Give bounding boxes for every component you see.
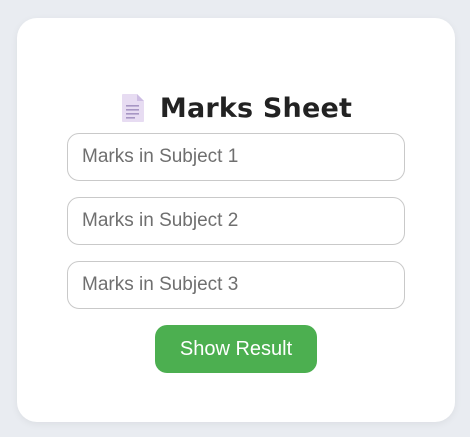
show-result-button[interactable]: Show Result: [155, 325, 317, 373]
page-title: Marks Sheet: [159, 92, 353, 124]
document-icon: [121, 94, 144, 122]
header: Marks Sheet: [17, 88, 455, 128]
subject-1-marks-input[interactable]: [67, 133, 405, 181]
marks-sheet-card: Marks Sheet Show Result: [17, 18, 455, 422]
subject-3-marks-input[interactable]: [67, 261, 405, 309]
subject-2-marks-input[interactable]: [67, 197, 405, 245]
